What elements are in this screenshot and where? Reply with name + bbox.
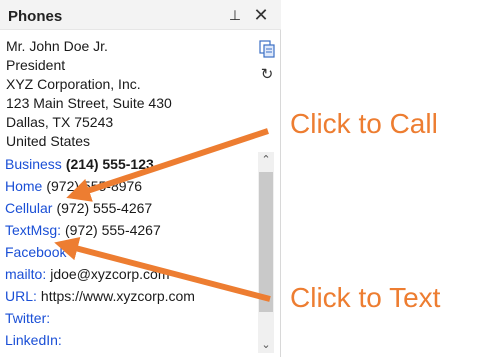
contact-country: United States xyxy=(6,133,91,149)
click-to-call-label: Click to Call xyxy=(290,108,438,139)
field-row-facebook: Facebook xyxy=(5,241,255,263)
contact-company: XYZ Corporation, Inc. xyxy=(6,76,141,92)
close-icon[interactable]: ✕ xyxy=(250,4,272,26)
business-link[interactable]: Business xyxy=(5,156,62,172)
business-value: (214) 555-123 xyxy=(65,156,154,172)
field-row-home: Home (972) 555-8976 xyxy=(5,175,255,197)
field-row-linkedin: LinkedIn: xyxy=(5,329,255,351)
home-value: (972) 555-8976 xyxy=(46,178,143,194)
scroll-down-icon[interactable]: ⌄ xyxy=(258,337,274,353)
panel-header: Phones ⊥ ✕ xyxy=(0,0,281,30)
cellular-value: (972) 555-4267 xyxy=(56,200,153,216)
phones-panel: Phones ⊥ ✕ Mr. John Doe Jr. President XY… xyxy=(0,0,281,357)
url-value: https://www.xyzcorp.com xyxy=(40,288,195,304)
field-row-textmsg: TextMsg: (972) 555-4267 xyxy=(5,219,255,241)
mailto-value: jdoe@xyzcorp.com xyxy=(50,266,170,282)
scrollbar-thumb[interactable] xyxy=(259,172,273,312)
textmsg-link[interactable]: TextMsg: xyxy=(5,222,61,238)
rotate-icon[interactable]: ↻ xyxy=(258,66,276,84)
cellular-link[interactable]: Cellular xyxy=(5,200,52,216)
contact-title: President xyxy=(6,57,66,73)
contact-street: 123 Main Street, Suite 430 xyxy=(6,95,172,111)
url-link[interactable]: URL: xyxy=(5,288,37,304)
field-row-url: URL: https://www.xyzcorp.com xyxy=(5,285,255,307)
textmsg-value: (972) 555-4267 xyxy=(65,222,161,238)
copy-icon[interactable] xyxy=(258,40,276,58)
facebook-link[interactable]: Facebook xyxy=(5,244,66,260)
phone-field-list: Business (214) 555-123 Home (972) 555-8976… xyxy=(5,153,255,351)
mailto-link[interactable]: mailto: xyxy=(5,266,46,282)
linkedin-link[interactable]: LinkedIn: xyxy=(5,332,62,348)
field-row-twitter: Twitter: xyxy=(5,307,255,329)
field-row-business: Business (214) 555-123 xyxy=(5,153,255,175)
pin-icon[interactable]: ⊥ xyxy=(224,4,246,26)
home-link[interactable]: Home xyxy=(5,178,42,194)
panel-title: Phones xyxy=(8,8,63,25)
field-row-cellular: Cellular (972) 555-4267 xyxy=(5,197,255,219)
contact-card: Mr. John Doe Jr. President XYZ Corporati… xyxy=(6,37,172,151)
vertical-scrollbar[interactable]: ⌃ ⌄ xyxy=(258,152,274,353)
twitter-link[interactable]: Twitter: xyxy=(5,310,50,326)
contact-city: Dallas, TX 75243 xyxy=(6,114,114,130)
scroll-up-icon[interactable]: ⌃ xyxy=(258,152,274,168)
contact-name: Mr. John Doe Jr. xyxy=(6,38,108,54)
click-to-text-label: Click to Text xyxy=(290,282,441,313)
field-row-mailto: mailto: jdoe@xyzcorp.com xyxy=(5,263,255,285)
